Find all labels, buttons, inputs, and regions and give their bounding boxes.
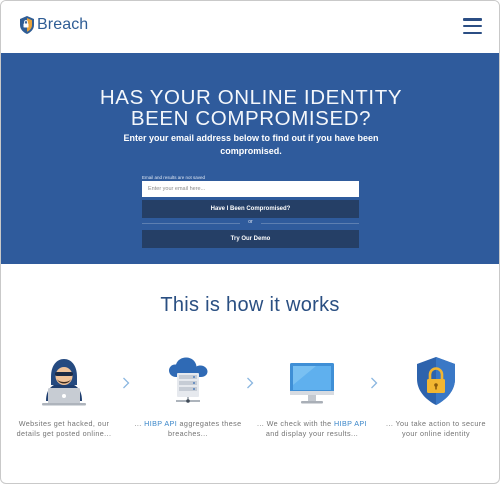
email-input[interactable] — [142, 181, 359, 197]
step-1-text: Websites get hacked, our details get pos… — [9, 419, 119, 439]
hero-title-line-2: BEEN COMPROMISED? — [130, 107, 372, 130]
hacker-laptop-icon — [42, 359, 86, 406]
step-1: Websites get hacked, our details get pos… — [9, 355, 119, 439]
email-check-form: Email and results are not saved Have I B… — [142, 175, 359, 248]
menu-bar — [463, 24, 482, 28]
step-1-text-pre: Websites get hacked, our details get pos… — [16, 419, 112, 438]
browser-frame: Breach HAS YOUR ONLINE IDENTITY BEEN COM… — [0, 0, 500, 484]
hibp-api-link[interactable]: HIBP API — [334, 419, 367, 428]
step-4: ... You take action to secure your onlin… — [381, 355, 491, 439]
chevron-right-icon — [247, 377, 254, 389]
step-2: ... HIBP API aggregates these breaches..… — [133, 355, 243, 439]
or-divider: or — [142, 218, 359, 230]
step-3: ... We check with the HIBP API and displ… — [257, 355, 367, 439]
hero-title-line-1: HAS YOUR ONLINE IDENTITY — [99, 86, 403, 109]
step-4-text: ... You take action to secure your onlin… — [381, 419, 491, 439]
step-3-text-pre: ... We check with the — [257, 419, 334, 428]
shield-logo-icon — [20, 16, 34, 34]
chevron-right-icon — [371, 377, 378, 389]
how-it-works-title: This is how it works — [160, 294, 340, 316]
step-3-text-post: and display your results... — [265, 429, 359, 438]
step-4-text-pre: ... You take action to secure your onlin… — [386, 419, 486, 438]
hero-title: HAS YOUR ONLINE IDENTITY BEEN COMPROMISE… — [1, 86, 499, 130]
hamburger-menu-icon[interactable] — [463, 18, 482, 35]
step-3-text: ... We check with the HIBP API and displ… — [257, 419, 367, 439]
divider-line — [261, 223, 359, 224]
check-compromised-button[interactable]: Have I Been Compromised? — [142, 200, 359, 218]
menu-bar — [463, 18, 482, 21]
step-2-text-post: aggregates these breaches... — [168, 419, 242, 438]
hero-section: HAS YOUR ONLINE IDENTITY BEEN COMPROMISE… — [1, 53, 499, 264]
cloud-server-icon — [169, 357, 208, 403]
brand-name: Breach — [37, 16, 89, 33]
monitor-icon — [290, 363, 334, 404]
menu-bar — [463, 31, 482, 35]
or-text: or — [248, 219, 253, 225]
chevron-right-icon — [123, 377, 130, 389]
top-navbar: Breach — [1, 1, 499, 53]
try-demo-button[interactable]: Try Our Demo — [142, 230, 359, 248]
step-2-text: ... HIBP API aggregates these breaches..… — [133, 419, 243, 439]
brand[interactable]: Breach — [20, 16, 88, 34]
hero-subtitle: Enter your email address below to find o… — [123, 133, 379, 156]
hibp-api-link[interactable]: HIBP API — [144, 419, 177, 428]
step-2-text-pre: ... — [134, 419, 145, 428]
shield-lock-icon — [417, 357, 455, 405]
